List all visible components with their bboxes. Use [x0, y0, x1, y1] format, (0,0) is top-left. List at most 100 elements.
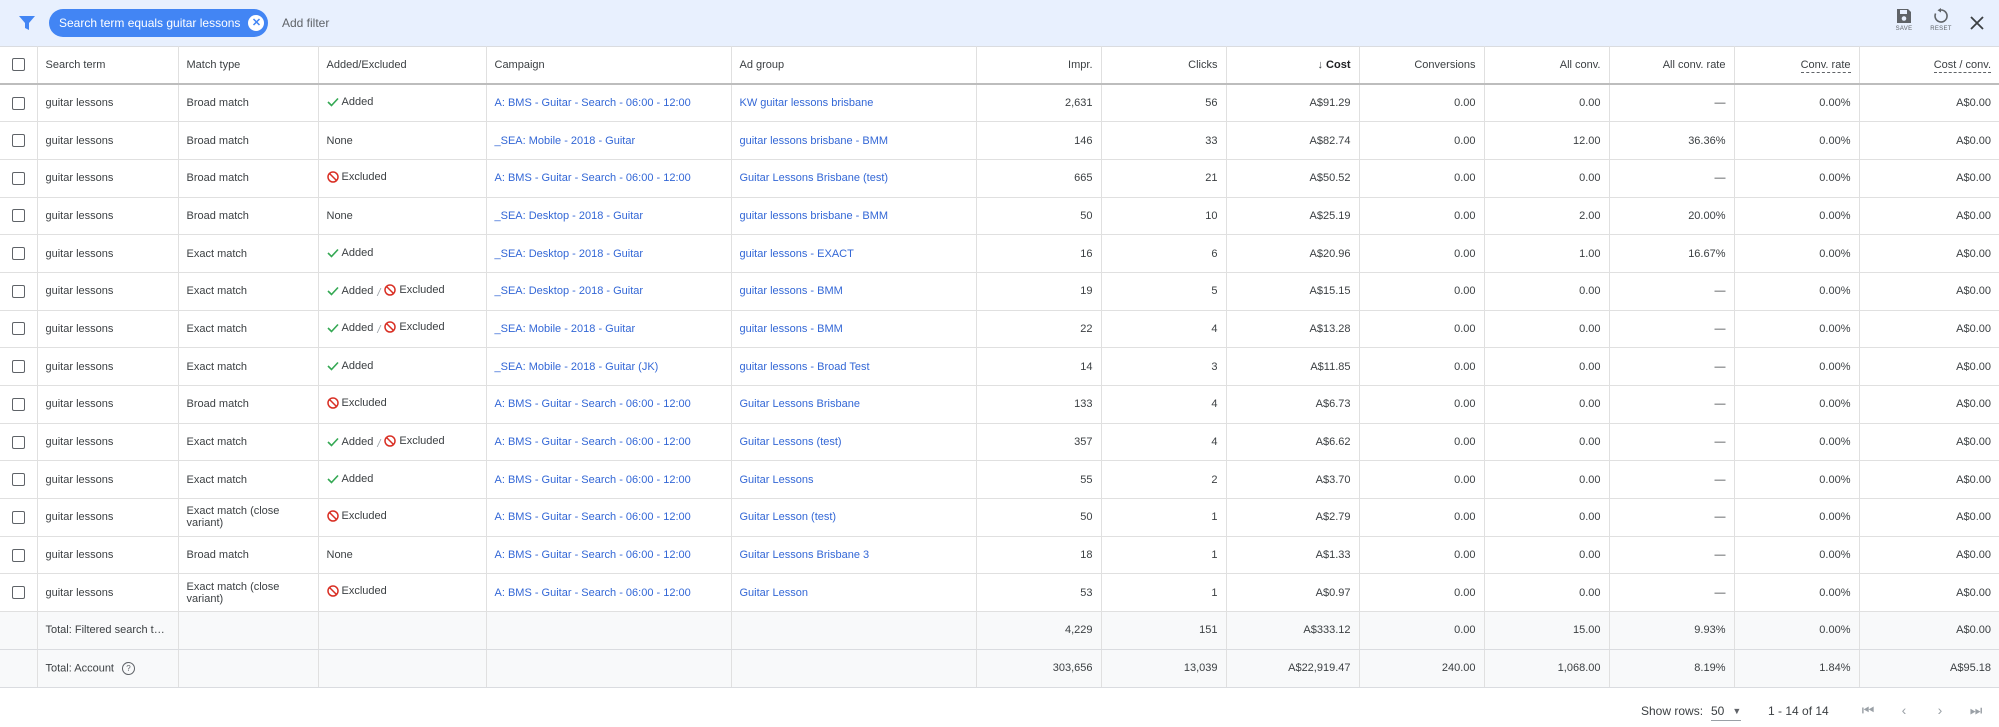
ad-group-link[interactable]: guitar lessons - EXACT — [740, 248, 854, 260]
filter-icon[interactable] — [18, 15, 36, 31]
cell-added-excluded[interactable]: Excluded — [318, 385, 487, 424]
campaign-link[interactable]: A: BMS - Guitar - Search - 06:00 - 12:00 — [495, 398, 691, 410]
cell-added-excluded[interactable]: Added — [318, 347, 487, 386]
col-conversions[interactable]: Conversions — [1359, 46, 1485, 85]
table-row: guitar lessons Broad match Excluded A: BMS … — [0, 159, 1999, 198]
previous-page-icon[interactable]: ‹ — [1896, 702, 1912, 718]
campaign-link[interactable]: A: BMS - Guitar - Search - 06:00 - 12:00 — [495, 511, 691, 523]
row-checkbox[interactable] — [12, 284, 25, 298]
cell-conv-rate: 0.00% — [1734, 347, 1860, 386]
col-conv-rate[interactable]: Conv. rate — [1734, 46, 1860, 85]
row-checkbox[interactable] — [12, 247, 25, 261]
cell-added-excluded[interactable]: Added — [318, 460, 487, 500]
cell-added-excluded[interactable]: Added / Excluded — [318, 272, 487, 311]
row-checkbox[interactable] — [12, 171, 25, 185]
close-icon[interactable]: ✕ — [248, 15, 265, 31]
col-all-conv-rate[interactable]: All conv. rate — [1609, 46, 1735, 85]
cell-impr: 16 — [976, 234, 1102, 273]
cell-campaign: _SEA: Desktop - 2018 - Guitar — [486, 197, 732, 236]
ad-group-link[interactable]: Guitar Lessons Brisbane 3 — [740, 549, 870, 561]
cell-added-excluded[interactable]: Added — [318, 234, 487, 273]
cell-added-excluded[interactable]: Excluded — [318, 573, 487, 613]
cell-added-excluded[interactable]: Excluded — [318, 159, 487, 198]
first-page-icon[interactable]: ⏮ — [1860, 702, 1876, 718]
col-ad-group[interactable]: Ad group — [731, 46, 977, 85]
ad-group-link[interactable]: Guitar Lesson (test) — [740, 511, 837, 523]
rows-per-page-select[interactable]: 50 ▼ — [1711, 704, 1742, 721]
campaign-link[interactable]: _SEA: Mobile - 2018 - Guitar — [495, 135, 636, 147]
reset-button[interactable]: RESET — [1924, 8, 1958, 32]
campaign-link[interactable]: _SEA: Mobile - 2018 - Guitar (JK) — [495, 361, 659, 373]
dropdown-arrow-icon: ▼ — [1732, 706, 1742, 716]
cell-conv-rate: 1.84% — [1734, 649, 1860, 688]
cell-all-conv-rate: — — [1609, 84, 1735, 123]
col-search-term[interactable]: Search term — [37, 46, 179, 85]
campaign-link[interactable]: A: BMS - Guitar - Search - 06:00 - 12:00 — [495, 172, 691, 184]
col-cost-conv[interactable]: Cost / conv. — [1859, 46, 1999, 85]
add-filter-button[interactable]: Add filter — [282, 16, 329, 30]
col-campaign[interactable]: Campaign — [486, 46, 732, 85]
ad-group-link[interactable]: guitar lessons - BMM — [740, 323, 843, 335]
cell-added-excluded[interactable]: Added — [318, 84, 487, 123]
row-checkbox[interactable] — [12, 96, 25, 110]
row-checkbox[interactable] — [12, 510, 25, 524]
ad-group-link[interactable]: Guitar Lessons — [740, 474, 814, 486]
ad-group-link[interactable]: Guitar Lesson — [740, 587, 808, 599]
campaign-link[interactable]: A: BMS - Guitar - Search - 06:00 - 12:00 — [495, 549, 691, 561]
status-label: Excluded — [341, 585, 387, 598]
campaign-link[interactable]: A: BMS - Guitar - Search - 06:00 - 12:00 — [495, 436, 691, 448]
cell-added-excluded[interactable]: Added / Excluded — [318, 423, 487, 462]
row-checkbox-cell — [0, 197, 38, 236]
cell-cost: A$333.12 — [1226, 611, 1360, 650]
campaign-link[interactable]: A: BMS - Guitar - Search - 06:00 - 12:00 — [495, 587, 691, 599]
col-all-conv[interactable]: All conv. — [1484, 46, 1610, 85]
last-page-icon[interactable]: ⏭ — [1968, 702, 1984, 718]
ad-group-link[interactable]: Guitar Lessons (test) — [740, 436, 842, 448]
campaign-link[interactable]: _SEA: Desktop - 2018 - Guitar — [495, 248, 644, 260]
cell-added-excluded[interactable]: None — [318, 197, 487, 236]
ad-group-link[interactable]: guitar lessons - Broad Test — [740, 361, 870, 373]
campaign-link[interactable]: A: BMS - Guitar - Search - 06:00 - 12:00 — [495, 474, 691, 486]
next-page-icon[interactable]: › — [1932, 702, 1948, 718]
filter-chip[interactable]: Search term equals guitar lessons ✕ — [49, 9, 269, 37]
row-checkbox[interactable] — [12, 473, 25, 487]
row-checkbox[interactable] — [12, 322, 25, 336]
row-checkbox[interactable] — [12, 435, 25, 449]
row-checkbox[interactable] — [12, 209, 25, 223]
status-separator: / — [377, 437, 381, 450]
col-clicks[interactable]: Clicks — [1101, 46, 1227, 85]
select-all-checkbox[interactable] — [12, 58, 25, 71]
ad-group-link[interactable]: Guitar Lessons Brisbane (test) — [740, 172, 889, 184]
cell-added-excluded[interactable]: None — [318, 121, 487, 160]
ad-group-link[interactable]: KW guitar lessons brisbane — [740, 97, 874, 109]
campaign-link[interactable]: _SEA: Mobile - 2018 - Guitar — [495, 323, 636, 335]
cell-added-excluded[interactable]: None — [318, 536, 487, 575]
cell-all-conv: 12.00 — [1484, 121, 1610, 160]
cell-added-excluded[interactable]: Excluded — [318, 498, 487, 537]
row-checkbox[interactable] — [12, 397, 25, 411]
cell-all-conv-rate: — — [1609, 385, 1735, 424]
col-impr[interactable]: Impr. — [976, 46, 1102, 85]
ad-group-link[interactable]: guitar lessons - BMM — [740, 285, 843, 297]
save-button[interactable]: SAVE — [1887, 8, 1921, 32]
cell-ad-group: Guitar Lessons — [731, 460, 977, 500]
ad-group-link[interactable]: Guitar Lessons Brisbane — [740, 398, 860, 410]
cell-added-excluded[interactable]: Added / Excluded — [318, 310, 487, 349]
campaign-link[interactable]: _SEA: Desktop - 2018 - Guitar — [495, 210, 644, 222]
ad-group-link[interactable]: guitar lessons brisbane - BMM — [740, 210, 889, 222]
close-icon[interactable] — [1968, 14, 1986, 32]
ad-group-link[interactable]: guitar lessons brisbane - BMM — [740, 135, 889, 147]
cell-conversions: 0.00 — [1359, 234, 1485, 273]
cell-campaign: A: BMS - Guitar - Search - 06:00 - 12:00 — [486, 385, 732, 424]
row-checkbox[interactable] — [12, 586, 25, 600]
row-checkbox[interactable] — [12, 548, 25, 562]
campaign-link[interactable]: A: BMS - Guitar - Search - 06:00 - 12:00 — [495, 97, 691, 109]
help-icon[interactable]: ? — [122, 661, 135, 675]
col-cost[interactable]: ↓ Cost — [1226, 46, 1360, 85]
row-checkbox[interactable] — [12, 360, 25, 374]
block-icon — [384, 284, 397, 296]
col-match-type[interactable]: Match type — [178, 46, 319, 85]
campaign-link[interactable]: _SEA: Desktop - 2018 - Guitar — [495, 285, 644, 297]
row-checkbox[interactable] — [12, 134, 25, 148]
col-added-excluded[interactable]: Added/Excluded — [318, 46, 487, 85]
